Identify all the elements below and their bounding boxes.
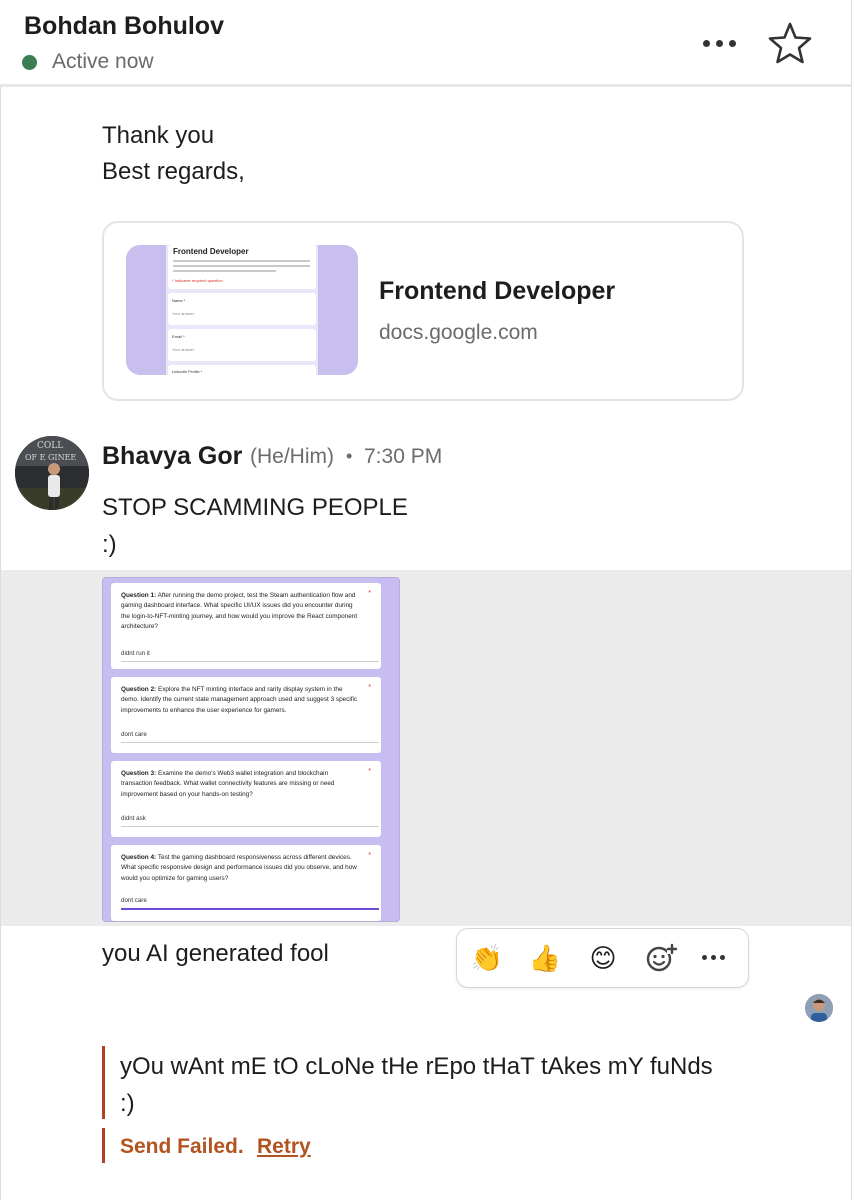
thumbnail-text-line xyxy=(173,265,310,267)
dot-icon xyxy=(711,955,716,960)
separator-dot: • xyxy=(346,446,353,466)
more-options-button[interactable] xyxy=(696,26,742,60)
more-reactions-button[interactable] xyxy=(702,955,725,960)
question-text: Question 2: Explore the NFT minting inte… xyxy=(121,685,361,716)
question-card: Question 2: Explore the NFT minting inte… xyxy=(111,677,381,753)
question-card: Question 3: Examine the demo's Web3 wall… xyxy=(111,761,381,837)
thumbnail-form-header: Frontend Developer * Indicates required … xyxy=(168,245,316,289)
failed-message-text: yOu wAnt mE tO cLoNe tHe rEpo tHaT tAkes… xyxy=(120,1053,713,1117)
add-reaction-icon[interactable] xyxy=(643,940,679,976)
answer-underline xyxy=(121,661,379,662)
question-label: Question 2: xyxy=(121,686,157,693)
thumbnail-text-line xyxy=(173,260,310,262)
clapping-hands-icon[interactable]: 👏 xyxy=(469,940,505,976)
person-avatar-icon xyxy=(805,994,833,1022)
thumbnail-field-label: Email * xyxy=(172,334,185,339)
svg-text:OF E GINEE: OF E GINEE xyxy=(25,453,76,462)
answer-underline xyxy=(121,742,379,743)
failed-status-indicator xyxy=(102,1128,105,1163)
link-preview-title[interactable]: Frontend Developer xyxy=(379,277,615,306)
question-label: Question 3: xyxy=(121,770,157,777)
thumbnail-field-placeholder: Your answer xyxy=(172,311,195,316)
reaction-bar: 👏 👍 😊 xyxy=(456,928,749,988)
question-body: Test the gaming dashboard responsiveness… xyxy=(121,854,357,882)
question-answer: dont care xyxy=(121,897,147,904)
thumbnail-field: Email * Your answer xyxy=(168,329,316,361)
question-text: Question 4: Test the gaming dashboard re… xyxy=(121,853,361,884)
link-preview-card[interactable]: Frontend Developer * Indicates required … xyxy=(102,221,744,401)
required-mark: * xyxy=(368,852,371,859)
failed-message-indicator xyxy=(102,1046,105,1119)
thumbnail-field: LinkedIn Profile * xyxy=(168,365,316,375)
form-screenshot-image[interactable]: Question 1: After running the demo proje… xyxy=(102,577,400,922)
thumbnail-required-note: * Indicates required question xyxy=(172,278,223,283)
retry-link[interactable]: Retry xyxy=(257,1135,311,1159)
message-line: STOP SCAMMING PEOPLE xyxy=(102,494,408,521)
thumbnail-form-title: Frontend Developer xyxy=(173,247,249,256)
required-mark: * xyxy=(368,590,371,597)
right-frame-border xyxy=(851,0,852,1200)
message-line: :) xyxy=(102,531,117,558)
thumbnail-text-line xyxy=(173,270,276,272)
question-answer: didnt ask xyxy=(121,815,146,822)
question-answer: dont care xyxy=(121,731,147,738)
thumbs-up-icon[interactable]: 👍 xyxy=(527,940,563,976)
conversation-header: Bohdan Bohulov Active now xyxy=(0,0,851,87)
message-line: you AI generated fool xyxy=(102,940,329,967)
thumbnail-field-label: Name * xyxy=(172,298,186,303)
link-preview-thumbnail: Frontend Developer * Indicates required … xyxy=(126,245,358,375)
dot-icon xyxy=(715,39,723,47)
smiling-face-icon[interactable]: 😊 xyxy=(585,940,621,976)
thumbnail-field-label: LinkedIn Profile * xyxy=(172,369,203,374)
question-card: Question 4: Test the gaming dashboard re… xyxy=(111,845,381,921)
status-text: Active now xyxy=(52,50,154,73)
question-label: Question 1: xyxy=(121,592,157,599)
dot-icon xyxy=(720,955,725,960)
svg-text:COLL: COLL xyxy=(37,441,63,451)
read-receipt-avatar xyxy=(805,994,833,1022)
dot-icon xyxy=(702,39,710,47)
question-text: Question 3: Examine the demo's Web3 wall… xyxy=(121,769,361,800)
sender-pronouns: (He/Him) xyxy=(250,445,334,468)
message-line: Best regards, xyxy=(102,158,245,185)
dot-icon xyxy=(702,955,707,960)
question-text: Question 1: After running the demo proje… xyxy=(121,591,361,633)
question-label: Question 4: xyxy=(121,854,157,861)
thumbnail-field: Name * Your answer xyxy=(168,293,316,325)
status-dot-icon xyxy=(22,55,37,70)
sender-avatar[interactable]: COLL OF E GINEE xyxy=(15,436,89,510)
thumbnail-field-placeholder: Your answer xyxy=(172,347,195,352)
send-failed-status: Send Failed. xyxy=(120,1135,244,1158)
message-line: Thank you xyxy=(102,122,215,149)
message-time: 7:30 PM xyxy=(364,445,443,468)
star-icon[interactable] xyxy=(766,20,814,66)
dot-icon xyxy=(728,39,736,47)
required-mark: * xyxy=(368,684,371,691)
link-preview-domain: docs.google.com xyxy=(379,321,538,344)
question-answer: didnt run it xyxy=(121,650,150,657)
question-body: Explore the NFT minting interface and ra… xyxy=(121,686,358,714)
required-mark: * xyxy=(368,768,371,775)
sender-name[interactable]: Bhavya Gor xyxy=(102,442,242,471)
contact-name[interactable]: Bohdan Bohulov xyxy=(24,12,224,41)
question-body: After running the demo project, test the… xyxy=(121,592,358,631)
answer-underline xyxy=(121,826,379,827)
question-card: Question 1: After running the demo proje… xyxy=(111,583,381,669)
answer-underline-active xyxy=(121,908,379,910)
avatar-photo-icon: COLL OF E GINEE xyxy=(15,436,89,510)
